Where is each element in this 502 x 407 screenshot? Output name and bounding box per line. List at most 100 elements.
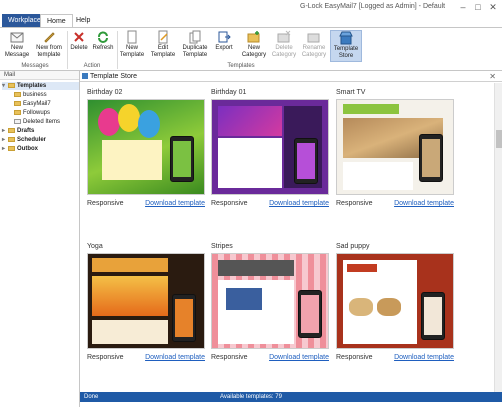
rename-icon xyxy=(307,33,320,43)
edit-template-button[interactable]: Edit Template xyxy=(150,30,176,59)
template-thumbnail[interactable] xyxy=(336,253,454,349)
export-button[interactable]: Export xyxy=(214,30,234,52)
new-category-button[interactable]: New Category xyxy=(240,30,268,59)
header-banner xyxy=(218,260,294,276)
folder-icon xyxy=(14,109,21,115)
window-title: G-Lock EasyMail7 [Logged as Admin] - Def… xyxy=(300,3,446,10)
card-footer: Responsive Download template xyxy=(211,354,329,365)
template-store-label: Template Store xyxy=(333,46,359,59)
tree-label: Deleted Items xyxy=(23,119,61,125)
store-icon xyxy=(339,31,353,45)
status-text: Done xyxy=(84,394,99,400)
export-label: Export xyxy=(215,45,233,51)
puppy-image xyxy=(349,298,373,316)
logo-bar xyxy=(347,264,377,272)
puppy-image xyxy=(377,298,401,316)
template-name: Yoga xyxy=(87,243,103,250)
delete-label: Delete xyxy=(70,45,88,51)
duplicate-template-button[interactable]: Duplicate Template xyxy=(181,30,209,59)
rename-category-label: Rename Category xyxy=(301,45,327,58)
header-banner xyxy=(218,106,282,136)
trash-icon xyxy=(14,118,21,124)
group-label-messages: Messages xyxy=(21,63,49,69)
download-template-link[interactable]: Download template xyxy=(269,354,329,361)
tree-item-scheduler[interactable]: ▸ Scheduler xyxy=(2,136,46,144)
responsive-label: Responsive xyxy=(211,200,248,207)
new-from-template-label: New from template xyxy=(36,45,62,58)
tab-home[interactable]: Home xyxy=(40,14,73,28)
tab-help[interactable]: Help xyxy=(70,14,96,28)
delete-button[interactable]: Delete xyxy=(69,30,89,52)
tree-item-outbox[interactable]: ▸ Outbox xyxy=(2,145,38,153)
balloon-shape xyxy=(118,104,140,132)
template-thumbnail[interactable] xyxy=(87,253,205,349)
sidebar-header: Mail xyxy=(0,71,79,80)
tree-label: Followups xyxy=(23,110,51,116)
close-icon[interactable]: ✕ xyxy=(489,72,496,81)
template-thumbnail[interactable] xyxy=(336,99,454,195)
new-message-label: New Message xyxy=(4,45,30,58)
responsive-label: Responsive xyxy=(87,200,124,207)
ribbon-divider xyxy=(117,31,118,69)
tree-item-deleted-items[interactable]: Deleted Items xyxy=(14,118,60,126)
delete-category-label: Delete Category xyxy=(271,45,297,58)
folder-icon xyxy=(8,82,15,88)
template-thumbnail[interactable] xyxy=(211,99,329,195)
tree-item-templates[interactable]: ▾ Templates xyxy=(2,82,79,90)
vertical-scrollbar[interactable] xyxy=(494,83,502,395)
download-template-link[interactable]: Download template xyxy=(394,354,454,361)
card-body xyxy=(102,140,162,180)
header-banner xyxy=(92,258,168,272)
new-template-button[interactable]: New Template xyxy=(119,30,145,59)
template-card-smart-tv: Smart TV Responsive Download template xyxy=(336,89,454,211)
tree-label: Templates xyxy=(17,83,47,89)
responsive-label: Responsive xyxy=(336,354,373,361)
new-category-label: New Category xyxy=(241,45,267,58)
refresh-label: Refresh xyxy=(92,45,114,51)
card-body xyxy=(92,320,168,344)
phone-screen xyxy=(175,299,193,337)
available-templates-count: Available templates: 79 xyxy=(220,394,282,400)
tree-item-followups[interactable]: Followups xyxy=(14,109,50,117)
template-name: Birthday 01 xyxy=(211,89,247,96)
balloon-shape xyxy=(138,110,160,138)
delete-category-button[interactable]: Delete Category xyxy=(270,30,298,59)
close-icon[interactable]: ✕ xyxy=(486,1,500,13)
minimize-icon[interactable]: – xyxy=(456,1,470,13)
download-template-link[interactable]: Download template xyxy=(145,354,205,361)
rename-category-button[interactable]: Rename Category xyxy=(300,30,328,59)
download-template-link[interactable]: Download template xyxy=(269,200,329,207)
template-name: Birthday 02 xyxy=(87,89,123,96)
tree-label: EasyMail7 xyxy=(23,101,51,107)
template-card-yoga: Yoga Responsive Download template xyxy=(87,243,205,365)
template-card-sad-puppy: Sad puppy Responsive Download template xyxy=(336,243,454,365)
card-footer: Responsive Download template xyxy=(211,200,329,211)
hero-image xyxy=(92,276,168,316)
refresh-button[interactable]: Refresh xyxy=(91,30,115,52)
template-thumbnail[interactable] xyxy=(87,99,205,195)
tree-item-business[interactable]: business xyxy=(14,91,47,99)
tree-item-drafts[interactable]: ▸ Drafts xyxy=(2,127,34,135)
new-from-template-button[interactable]: New from template xyxy=(32,30,66,59)
device-image xyxy=(226,288,262,310)
download-template-link[interactable]: Download template xyxy=(394,200,454,207)
tree-label: business xyxy=(23,92,47,98)
ribbon: New Message New from template Messages D… xyxy=(0,27,502,71)
ribbon-tabs: Workplace Home Help xyxy=(0,14,502,28)
tree-item-easymail7[interactable]: EasyMail7 xyxy=(14,100,51,108)
card-body xyxy=(218,138,282,188)
maximize-icon[interactable]: □ xyxy=(471,1,485,13)
phone-screen xyxy=(173,141,191,177)
scroll-thumb[interactable] xyxy=(496,130,502,148)
duplicate-icon xyxy=(189,30,201,44)
phone-screen xyxy=(422,139,440,177)
template-card-birthday-02: Birthday 02 Responsive Download template xyxy=(87,89,205,211)
phone-preview xyxy=(170,136,194,182)
card-footer: Responsive Download template xyxy=(336,200,454,211)
new-template-label: New Template xyxy=(119,45,145,58)
new-message-button[interactable]: New Message xyxy=(4,30,30,59)
template-thumbnail[interactable] xyxy=(211,253,329,349)
download-template-link[interactable]: Download template xyxy=(145,200,205,207)
template-store-button[interactable]: Template Store xyxy=(330,30,362,62)
template-name: Sad puppy xyxy=(336,243,370,250)
